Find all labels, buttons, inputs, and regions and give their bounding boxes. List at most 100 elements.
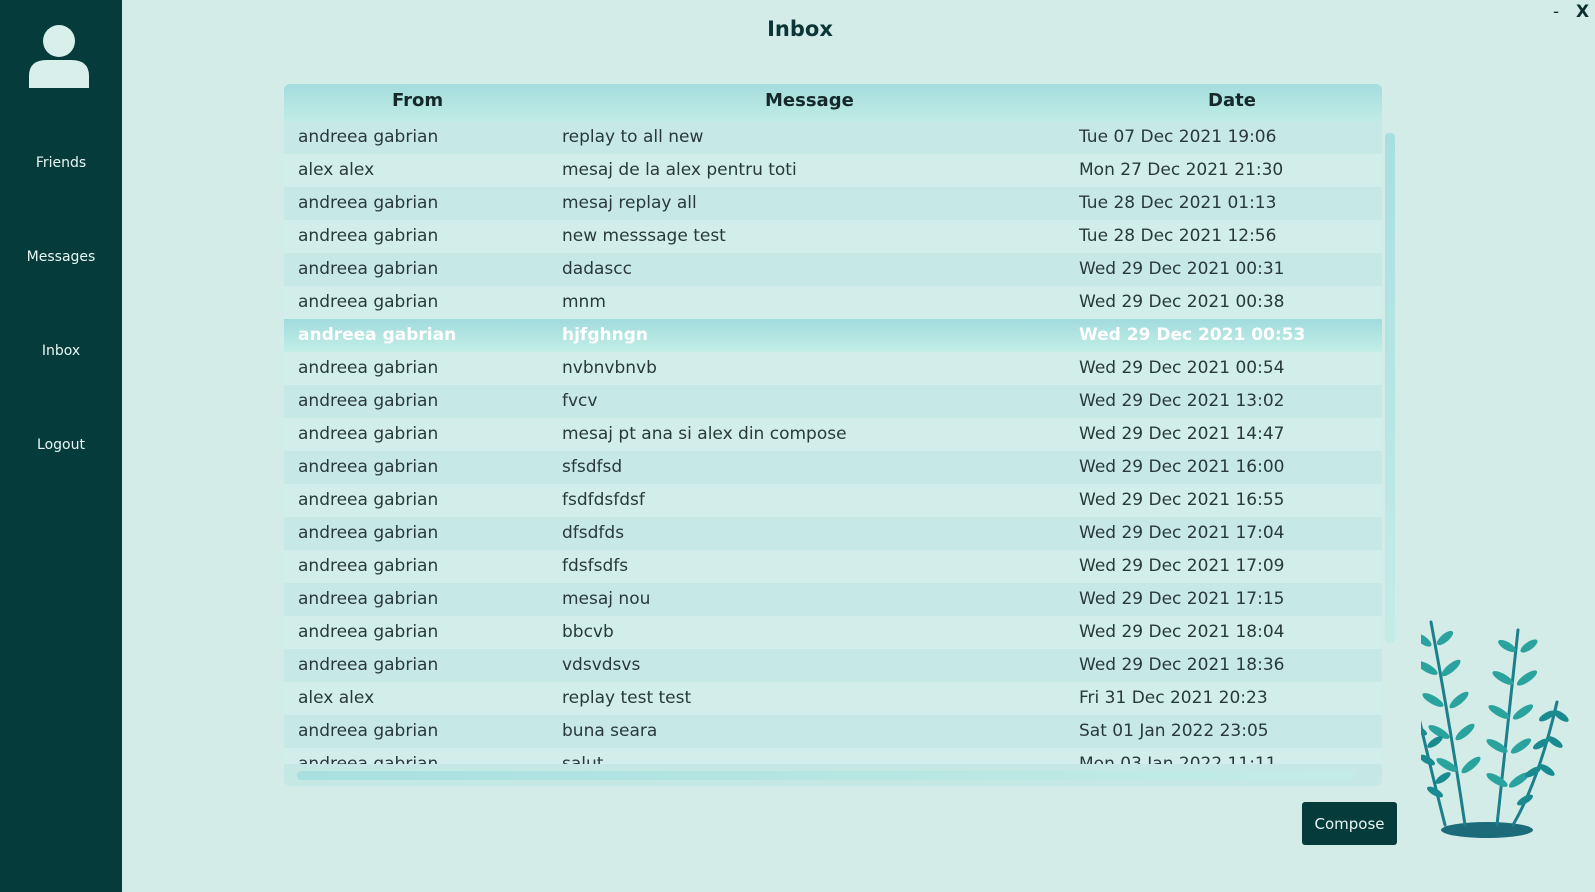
- cell-message: mesaj de la alex pentru toti: [562, 160, 797, 180]
- table-row[interactable]: andreea gabrian dadascc Wed 29 Dec 2021 00…: [284, 253, 1382, 286]
- sidebar-item-inbox[interactable]: Inbox: [0, 343, 122, 359]
- cell-message: fdsfsdfs: [562, 556, 629, 576]
- cell-date: Wed 29 Dec 2021 00:54: [1079, 358, 1285, 378]
- cell-message: fvcv: [562, 391, 598, 411]
- table-header: From Message Date: [284, 84, 1382, 121]
- cell-date: Wed 29 Dec 2021 17:15: [1079, 589, 1285, 609]
- cell-message: fsdfdsfdsf: [562, 490, 645, 510]
- cell-message: mesaj replay all: [562, 193, 697, 213]
- cell-date: Wed 29 Dec 2021 00:31: [1079, 259, 1285, 279]
- minimize-button[interactable]: -: [1553, 2, 1559, 22]
- cell-date: Tue 28 Dec 2021 01:13: [1079, 193, 1277, 213]
- app-window: Friends Messages Inbox Logout - X Inbox …: [0, 0, 1595, 892]
- column-header-from[interactable]: From: [392, 90, 443, 111]
- inbox-table: From Message Date andreea gabrian replay …: [284, 84, 1382, 786]
- sidebar-item-logout[interactable]: Logout: [0, 437, 122, 453]
- table-row[interactable]: alex alex mesaj de la alex pentru toti Mon…: [284, 154, 1382, 187]
- column-header-message[interactable]: Message: [765, 90, 854, 111]
- cell-date: Mon 03 Jan 2022 11:11: [1079, 754, 1277, 764]
- cell-message: sfsdfsd: [562, 457, 623, 477]
- table-row[interactable]: andreea gabrian sfsdfsd Wed 29 Dec 2021 16…: [284, 451, 1382, 484]
- table-row[interactable]: andreea gabrian vdsvdsvs Wed 29 Dec 2021 1…: [284, 649, 1382, 682]
- column-header-date[interactable]: Date: [1208, 90, 1256, 111]
- cell-message: dadascc: [562, 259, 632, 279]
- table-row[interactable]: andreea gabrian fsdfdsfdsf Wed 29 Dec 2021…: [284, 484, 1382, 517]
- plant-illustration: [1421, 620, 1569, 838]
- page-title: Inbox: [767, 17, 833, 41]
- cell-from: alex alex: [298, 688, 375, 708]
- table-row[interactable]: andreea gabrian mesaj pt ana si alex din …: [284, 418, 1382, 451]
- table-row[interactable]: andreea gabrian hjfghngn Wed 29 Dec 2021 0…: [284, 319, 1382, 352]
- cell-message: salut: [562, 754, 604, 764]
- cell-date: Wed 29 Dec 2021 13:02: [1079, 391, 1285, 411]
- table-row[interactable]: andreea gabrian buna seara Sat 01 Jan 2022…: [284, 715, 1382, 748]
- sidebar: Friends Messages Inbox Logout: [0, 0, 122, 892]
- table-row[interactable]: andreea gabrian dfsdfds Wed 29 Dec 2021 17…: [284, 517, 1382, 550]
- cell-message: dfsdfds: [562, 523, 625, 543]
- cell-message: new messsage test: [562, 226, 726, 246]
- sidebar-item-friends[interactable]: Friends: [0, 155, 122, 171]
- cell-from: andreea gabrian: [298, 523, 439, 543]
- compose-button[interactable]: Compose: [1302, 802, 1397, 845]
- cell-from: andreea gabrian: [298, 556, 439, 576]
- cell-date: Mon 27 Dec 2021 21:30: [1079, 160, 1284, 180]
- table-row[interactable]: andreea gabrian bbcvb Wed 29 Dec 2021 18:0…: [284, 616, 1382, 649]
- cell-message: buna seara: [562, 721, 658, 741]
- cell-from: andreea gabrian: [298, 424, 439, 444]
- cell-date: Wed 29 Dec 2021 16:00: [1079, 457, 1285, 477]
- table-row[interactable]: andreea gabrian new messsage test Tue 28 D…: [284, 220, 1382, 253]
- cell-date: Wed 29 Dec 2021 18:04: [1079, 622, 1285, 642]
- cell-from: andreea gabrian: [298, 391, 439, 411]
- table-row[interactable]: andreea gabrian nvbnvbnvb Wed 29 Dec 2021 …: [284, 352, 1382, 385]
- table-row[interactable]: andreea gabrian mnm Wed 29 Dec 2021 00:38: [284, 286, 1382, 319]
- cell-date: Sat 01 Jan 2022 23:05: [1079, 721, 1269, 741]
- table-body: andreea gabrian replay to all new Tue 07 D…: [284, 121, 1382, 764]
- cell-date: Fri 31 Dec 2021 20:23: [1079, 688, 1268, 708]
- cell-date: Wed 29 Dec 2021 16:55: [1079, 490, 1285, 510]
- horizontal-scrollbar[interactable]: [297, 771, 1354, 780]
- cell-date: Wed 29 Dec 2021 00:38: [1079, 292, 1285, 312]
- sidebar-item-messages[interactable]: Messages: [0, 249, 122, 265]
- cell-date: Wed 29 Dec 2021 17:04: [1079, 523, 1285, 543]
- cell-from: andreea gabrian: [298, 292, 439, 312]
- cell-from: alex alex: [298, 160, 375, 180]
- cell-date: Tue 07 Dec 2021 19:06: [1079, 127, 1277, 147]
- cell-from: andreea gabrian: [298, 325, 457, 345]
- vertical-scrollbar[interactable]: [1385, 133, 1395, 643]
- table-row[interactable]: andreea gabrian replay to all new Tue 07 D…: [284, 121, 1382, 154]
- cell-from: andreea gabrian: [298, 358, 439, 378]
- cell-date: Wed 29 Dec 2021 00:53: [1079, 325, 1306, 345]
- cell-from: andreea gabrian: [298, 127, 439, 147]
- table-row[interactable]: andreea gabrian mesaj replay all Tue 28 De…: [284, 187, 1382, 220]
- cell-date: Wed 29 Dec 2021 18:36: [1079, 655, 1285, 675]
- user-avatar-icon: [29, 25, 89, 88]
- table-row[interactable]: andreea gabrian fdsfsdfs Wed 29 Dec 2021 1…: [284, 550, 1382, 583]
- cell-date: Tue 28 Dec 2021 12:56: [1079, 226, 1277, 246]
- cell-message: replay to all new: [562, 127, 704, 147]
- table-row[interactable]: alex alex replay test test Fri 31 Dec 2021…: [284, 682, 1382, 715]
- cell-from: andreea gabrian: [298, 721, 439, 741]
- cell-message: mesaj pt ana si alex din compose: [562, 424, 847, 444]
- cell-date: Wed 29 Dec 2021 17:09: [1079, 556, 1285, 576]
- cell-from: andreea gabrian: [298, 490, 439, 510]
- cell-from: andreea gabrian: [298, 655, 439, 675]
- cell-message: mesaj nou: [562, 589, 651, 609]
- cell-date: Wed 29 Dec 2021 14:47: [1079, 424, 1285, 444]
- cell-message: replay test test: [562, 688, 692, 708]
- cell-from: andreea gabrian: [298, 622, 439, 642]
- cell-from: andreea gabrian: [298, 754, 439, 764]
- cell-message: mnm: [562, 292, 606, 312]
- cell-from: andreea gabrian: [298, 589, 439, 609]
- table-row[interactable]: andreea gabrian fvcv Wed 29 Dec 2021 13:02: [284, 385, 1382, 418]
- cell-message: nvbnvbnvb: [562, 358, 657, 378]
- table-row[interactable]: andreea gabrian salut Mon 03 Jan 2022 11:1…: [284, 748, 1382, 764]
- cell-from: andreea gabrian: [298, 193, 439, 213]
- cell-from: andreea gabrian: [298, 226, 439, 246]
- close-button[interactable]: X: [1576, 2, 1589, 22]
- table-row[interactable]: andreea gabrian mesaj nou Wed 29 Dec 2021 …: [284, 583, 1382, 616]
- cell-message: bbcvb: [562, 622, 614, 642]
- cell-from: andreea gabrian: [298, 259, 439, 279]
- cell-message: hjfghngn: [562, 325, 648, 345]
- cell-from: andreea gabrian: [298, 457, 439, 477]
- cell-message: vdsvdsvs: [562, 655, 641, 675]
